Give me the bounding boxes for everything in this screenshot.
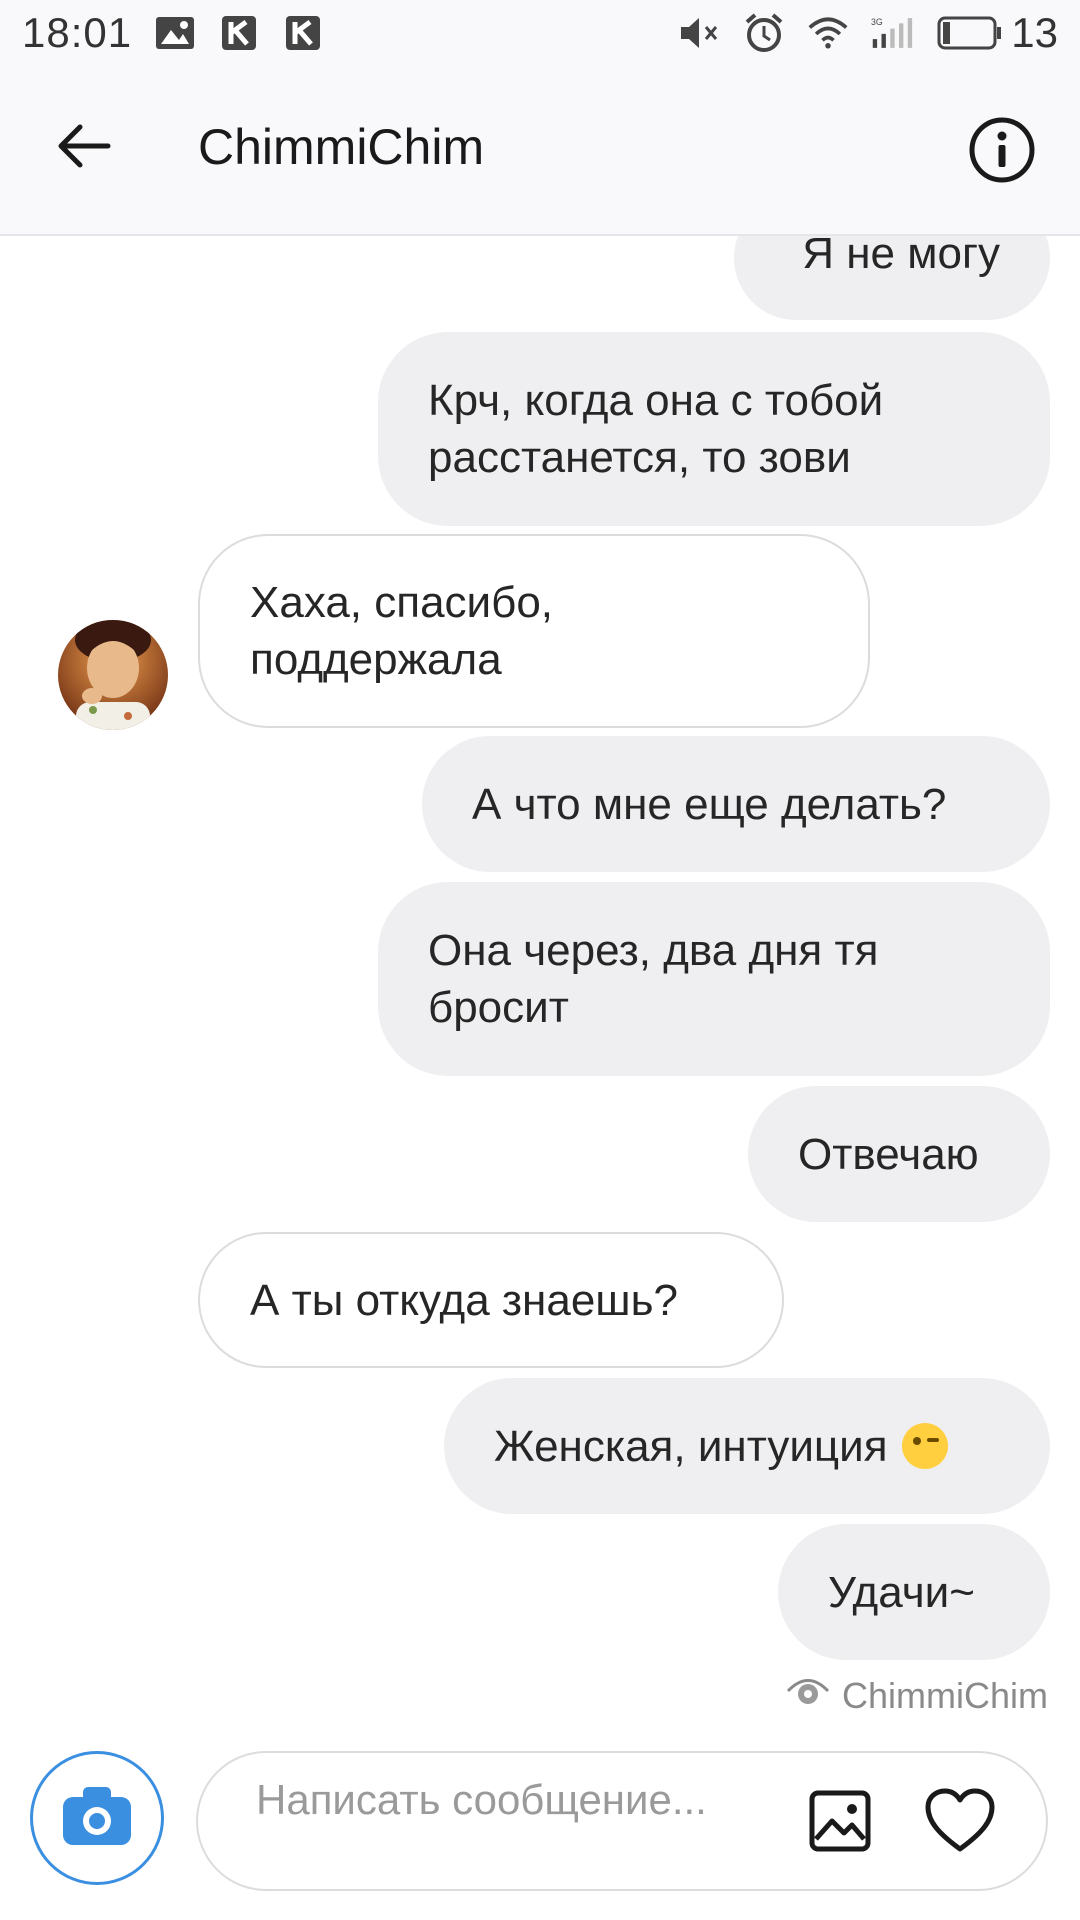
battery-indicator: 13	[935, 9, 1058, 57]
winking-face-emoji	[901, 1423, 948, 1469]
info-icon	[968, 117, 1036, 188]
message-input[interactable]	[256, 1775, 776, 1871]
message-text: Крч, когда она с тобой расстанется, то з…	[428, 376, 884, 482]
status-time: 18:01	[22, 9, 133, 56]
message-text: Женская, интуиция	[494, 1421, 888, 1471]
message-text: А что мне еще делать?	[472, 779, 947, 829]
mute-icon	[679, 12, 721, 54]
arrow-left-icon	[52, 124, 116, 182]
message-text: Она через, два дня тя бросит	[428, 926, 879, 1032]
info-button[interactable]	[968, 116, 1036, 184]
message-text: Хаха, спасибо, поддержала	[250, 578, 554, 684]
message-bubble-outgoing[interactable]: А что мне еще делать?	[422, 736, 1050, 872]
status-bar-right: 3G 13	[679, 9, 1058, 57]
heart-icon	[924, 1788, 996, 1859]
message-list[interactable]: Я не могу Крч, когда она с тобой расстан…	[0, 236, 1080, 1736]
battery-level: 13	[1011, 9, 1058, 56]
wifi-icon	[807, 12, 849, 54]
message-bubble-outgoing[interactable]: Отвечаю	[748, 1086, 1050, 1222]
message-text: Отвечаю	[798, 1129, 979, 1179]
message-input-container	[196, 1751, 1048, 1891]
message-bubble-outgoing[interactable]: Крч, когда она с тобой расстанется, то з…	[378, 332, 1050, 526]
message-bubble-outgoing[interactable]: Она через, два дня тя бросит	[378, 882, 1050, 1076]
message-composer	[0, 1736, 1080, 1920]
alarm-icon	[743, 12, 785, 54]
seen-by-name: ChimmiChim	[842, 1674, 1048, 1716]
battery-icon	[935, 12, 1005, 54]
gallery-button[interactable]	[808, 1789, 872, 1853]
seen-indicator: ChimmiChim	[786, 1674, 1048, 1717]
back-button[interactable]	[52, 114, 116, 178]
k-app-icon	[282, 12, 324, 54]
chat-title[interactable]: ChimmiChim	[198, 118, 484, 176]
avatar[interactable]	[58, 620, 168, 730]
signal-3g-icon: 3G	[871, 12, 913, 54]
message-bubble-incoming[interactable]: Хаха, спасибо, поддержала	[198, 534, 870, 728]
message-bubble-outgoing[interactable]: Женская, интуиция	[444, 1378, 1050, 1514]
status-bar-left: 18:01	[22, 9, 324, 57]
eye-icon	[786, 1674, 830, 1717]
message-bubble-outgoing[interactable]: Я не могу	[734, 236, 1050, 320]
camera-button[interactable]	[30, 1751, 164, 1885]
gallery-notification-icon	[154, 12, 196, 54]
status-bar: 18:01 3G 13	[0, 0, 1080, 66]
message-bubble-incoming[interactable]: А ты откуда знаешь?	[198, 1232, 784, 1368]
like-button[interactable]	[924, 1787, 996, 1855]
camera-icon	[61, 1785, 133, 1852]
k-app-icon	[218, 12, 260, 54]
message-bubble-outgoing[interactable]: Удачи~	[778, 1524, 1050, 1660]
image-icon	[808, 1790, 872, 1857]
chat-header: ChimmiChim	[0, 66, 1080, 236]
svg-text:3G: 3G	[871, 17, 883, 27]
message-text: Я не могу	[802, 236, 1000, 278]
message-text: Удачи~	[828, 1567, 975, 1617]
camera-button-inner	[42, 1763, 152, 1873]
message-text: А ты откуда знаешь?	[250, 1275, 678, 1325]
